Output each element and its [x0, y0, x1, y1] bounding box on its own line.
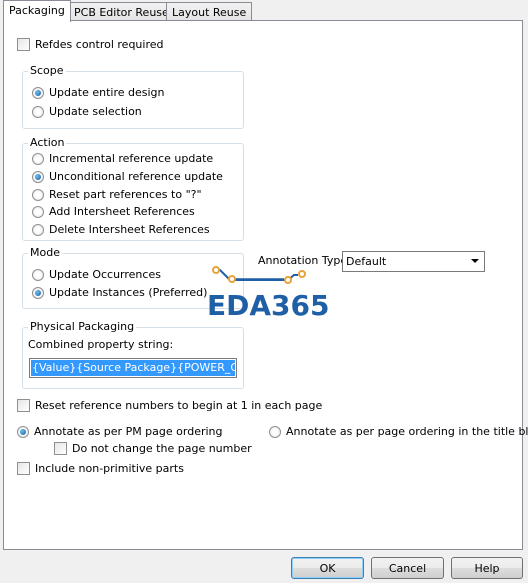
- cancel-button[interactable]: Cancel: [371, 557, 444, 579]
- scope-option-entire-design[interactable]: Update entire design: [32, 86, 164, 99]
- cancel-label: Cancel: [388, 561, 427, 575]
- tab-layout-reuse[interactable]: Layout Reuse: [166, 2, 253, 22]
- annotation-type-select[interactable]: Default: [342, 251, 485, 272]
- checkbox-box[interactable]: [54, 442, 67, 455]
- annotation-type-label: Annotation Type: [258, 254, 348, 267]
- action-option-add-intersheet[interactable]: Add Intersheet References: [32, 205, 195, 218]
- eda365-watermark-text: EDA365: [207, 289, 330, 322]
- tab-label: Layout Reuse: [172, 6, 247, 19]
- option-label: Add Intersheet References: [49, 205, 195, 218]
- ok-label: OK: [319, 561, 336, 575]
- scope-group: Scope Update entire design Update select…: [22, 64, 244, 129]
- tab-packaging[interactable]: Packaging: [3, 0, 71, 22]
- mode-option-instances[interactable]: Update Instances (Preferred): [32, 286, 207, 299]
- radio-button[interactable]: [32, 170, 44, 183]
- circuit-node: [228, 275, 236, 283]
- checkbox-box[interactable]: [17, 462, 30, 475]
- reset-numbers-label: Reset reference numbers to begin at 1 in…: [35, 399, 323, 412]
- combined-property-value: {Value}{Source Package}{POWER_GROU: [31, 360, 235, 376]
- refdes-label: Refdes control required: [35, 38, 164, 51]
- scope-title: Scope: [28, 64, 66, 77]
- option-label: Update Instances (Preferred): [49, 286, 208, 299]
- action-option-reset[interactable]: Reset part references to "?": [32, 188, 202, 201]
- dropdown-arrow-icon[interactable]: [471, 259, 479, 263]
- action-option-incremental[interactable]: Incremental reference update: [32, 152, 213, 165]
- option-label: Reset part references to "?": [49, 188, 202, 201]
- radio-button[interactable]: [17, 425, 29, 438]
- annotate-pm-radio[interactable]: Annotate as per PM page ordering: [17, 425, 223, 438]
- radio-button[interactable]: [32, 223, 44, 236]
- checkbox-box[interactable]: [17, 38, 30, 51]
- non-primitive-checkbox[interactable]: Include non-primitive parts: [17, 462, 184, 475]
- option-label: Delete Intersheet References: [49, 223, 210, 236]
- radio-button[interactable]: [32, 152, 44, 165]
- annotate-title-label: Annotate as per page ordering in the tit…: [286, 425, 528, 438]
- mode-title: Mode: [28, 246, 62, 259]
- tab-label: PCB Editor Reuse: [74, 6, 169, 19]
- ok-button[interactable]: OK: [291, 557, 364, 579]
- annotation-type-value: Default: [346, 255, 387, 268]
- radio-button[interactable]: [32, 205, 44, 218]
- circuit-node: [298, 270, 306, 278]
- option-label: Update Occurrences: [49, 268, 161, 281]
- option-label: Incremental reference update: [49, 152, 214, 165]
- option-label: Unconditional reference update: [49, 170, 223, 183]
- tab-label: Packaging: [9, 4, 65, 17]
- refdes-checkbox[interactable]: Refdes control required: [17, 38, 163, 51]
- radio-button[interactable]: [32, 86, 44, 99]
- radio-button[interactable]: [269, 425, 281, 438]
- help-button[interactable]: Help: [451, 557, 523, 579]
- tab-pcb-editor-reuse[interactable]: PCB Editor Reuse: [68, 2, 175, 22]
- combined-property-input[interactable]: {Value}{Source Package}{POWER_GROU: [29, 358, 237, 378]
- radio-button[interactable]: [32, 268, 44, 281]
- no-change-page-checkbox[interactable]: Do not change the page number: [54, 442, 252, 455]
- circuit-node: [284, 276, 292, 284]
- physical-packaging-group: Physical Packaging Combined property str…: [22, 320, 244, 389]
- combined-property-label: Combined property string:: [28, 338, 174, 351]
- mode-option-occurrences[interactable]: Update Occurrences: [32, 268, 161, 281]
- no-change-page-label: Do not change the page number: [72, 442, 252, 455]
- help-label: Help: [474, 561, 500, 575]
- option-label: Update entire design: [49, 86, 165, 99]
- scope-option-selection[interactable]: Update selection: [32, 105, 142, 118]
- action-title: Action: [28, 136, 67, 149]
- action-option-unconditional[interactable]: Unconditional reference update: [32, 170, 223, 183]
- reset-numbers-checkbox[interactable]: Reset reference numbers to begin at 1 in…: [17, 399, 322, 412]
- option-label: Update selection: [49, 105, 142, 118]
- radio-button[interactable]: [32, 105, 44, 118]
- packaging-panel: Refdes control required Scope Update ent…: [3, 20, 528, 550]
- physical-packaging-title: Physical Packaging: [28, 320, 137, 333]
- action-group: Action Incremental reference update Unco…: [22, 136, 244, 241]
- radio-button[interactable]: [32, 286, 44, 299]
- checkbox-box[interactable]: [17, 399, 30, 412]
- non-primitive-label: Include non-primitive parts: [35, 462, 184, 475]
- annotate-title-radio[interactable]: Annotate as per page ordering in the tit…: [269, 425, 528, 438]
- annotate-pm-label: Annotate as per PM page ordering: [34, 425, 223, 438]
- action-option-delete-intersheet[interactable]: Delete Intersheet References: [32, 223, 210, 236]
- radio-button[interactable]: [32, 188, 44, 201]
- circuit-node: [212, 266, 220, 274]
